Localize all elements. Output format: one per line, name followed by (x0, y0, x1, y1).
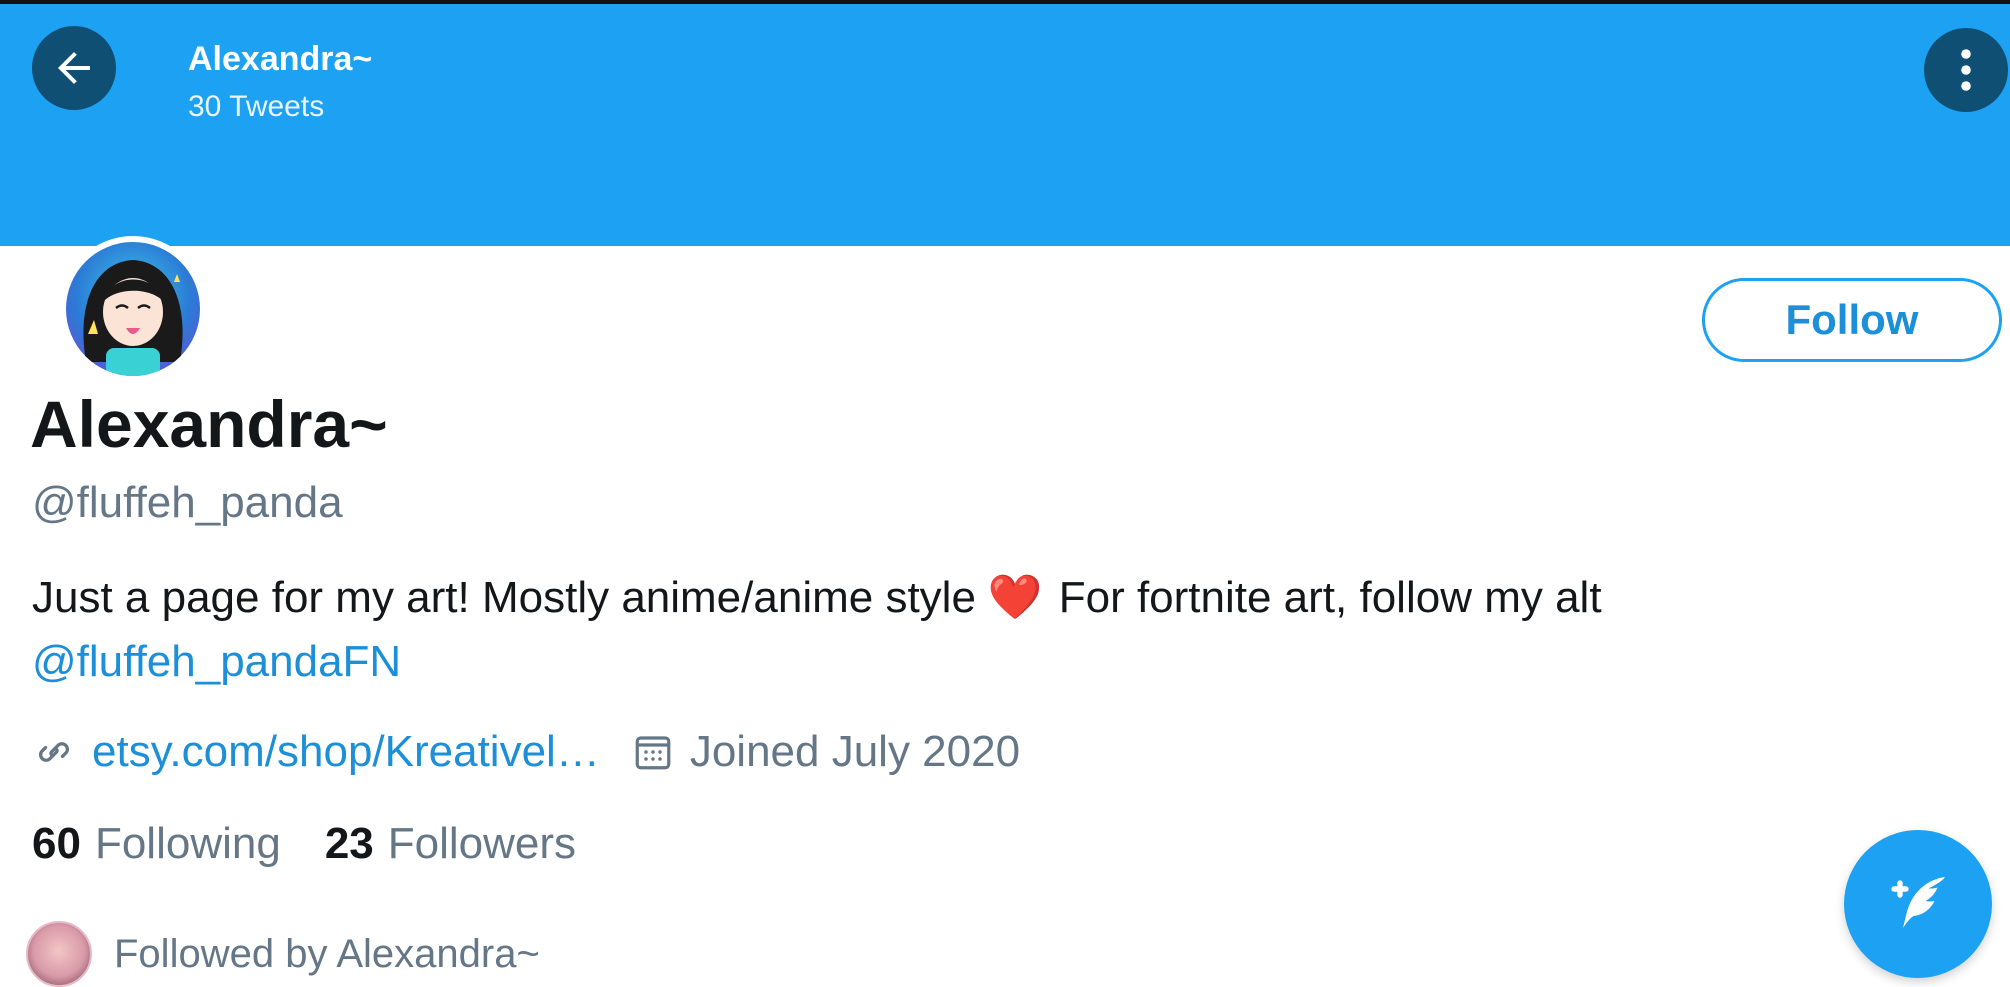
followers-count: 23 (324, 819, 374, 868)
followed-by-text: Followed by Alexandra~ (114, 931, 540, 976)
more-options-button[interactable] (1924, 28, 2008, 112)
compose-tweet-icon (1891, 877, 1945, 928)
bio-mention-link[interactable]: @fluffeh_pandaFN (32, 630, 1932, 694)
avatar-image (66, 242, 200, 376)
profile-joined-date: Joined July 2020 (689, 727, 1021, 776)
profile-display-name: Alexandra~ (30, 387, 388, 461)
following-stat[interactable]: 60 Following (32, 819, 281, 869)
arrow-left-icon (58, 52, 90, 84)
header-title: Alexandra~ (188, 40, 373, 78)
compose-tweet-button[interactable] (1844, 830, 1992, 978)
vertical-ellipsis-icon (1961, 49, 1971, 91)
follow-button[interactable]: Follow (1702, 278, 2002, 362)
profile-handle: @fluffeh_panda (32, 478, 343, 527)
profile-bio: Just a page for my art! Mostly anime/ani… (32, 566, 1932, 694)
back-button[interactable] (32, 26, 116, 110)
follower-avatar (26, 921, 92, 987)
following-label: Following (94, 819, 281, 868)
anime-girl-avatar-icon (83, 260, 183, 376)
heart-emoji: ❤️ (987, 573, 1043, 622)
bio-text: Just a page for my art! Mostly anime/ani… (32, 573, 976, 622)
profile-meta: etsy.com/shop/Kreativel… Joined July 202… (32, 720, 1020, 784)
followers-stat[interactable]: 23 Followers (325, 819, 576, 869)
profile-website-link[interactable]: etsy.com/shop/Kreativel… (92, 727, 600, 777)
profile-stats: 60 Following 23 Followers (32, 814, 620, 874)
following-count: 60 (32, 819, 81, 868)
profile-avatar[interactable] (60, 236, 206, 382)
bio-text-2: For fortnite art, follow my alt (1058, 573, 1602, 622)
link-icon (38, 742, 70, 762)
calendar-icon (635, 736, 671, 770)
header-tweet-count: 30 Tweets (188, 90, 325, 123)
followers-label: Followers (387, 819, 577, 868)
followed-by-row[interactable]: Followed by Alexandra~ (26, 921, 540, 987)
profile-banner: Alexandra~ 30 Tweets (0, 4, 2010, 246)
